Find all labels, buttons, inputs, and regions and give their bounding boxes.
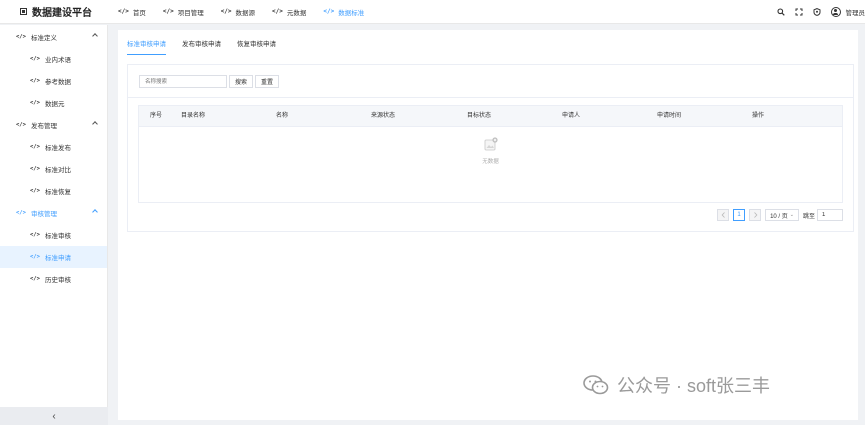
code-icon: </>	[16, 122, 26, 128]
search-button[interactable]: 搜索	[229, 75, 254, 88]
chevron-left-icon: ‹	[52, 410, 56, 422]
top-nav: </> 首页 </> 项目管理 </> 数据源 </> 元数据 </> 数据标准	[118, 0, 381, 24]
nav-item-metadata[interactable]: </> 元数据	[272, 0, 306, 24]
column-header-catalog-name: 目录名称	[181, 113, 206, 119]
empty-text: 无数据	[482, 159, 499, 165]
pagination: 1 10 / 页 ⌄ 跳至	[717, 209, 843, 221]
watermark: 公众号 · soft张三丰	[583, 372, 770, 398]
sidebar-item-standard-review[interactable]: </> 标准审核	[0, 224, 107, 246]
fullscreen-icon[interactable]	[795, 8, 803, 16]
chevron-right-icon	[753, 212, 758, 218]
tab-restore-review-application[interactable]: 恢复审核申请	[237, 30, 276, 56]
prev-page-button[interactable]	[717, 209, 730, 221]
code-icon: </>	[30, 276, 40, 282]
brand[interactable]: 数据建设平台	[0, 4, 108, 19]
header-actions: 管理员	[776, 0, 865, 24]
avatar-icon	[830, 7, 841, 17]
code-icon: </>	[30, 56, 40, 62]
reset-button[interactable]: 重置	[255, 75, 280, 88]
sidebar-item-standard-compare[interactable]: </> 标准对比	[0, 158, 107, 180]
data-table: 序号 目录名称 名称 来源状态 目标状态 申请人 申请时间 操作 无数据	[138, 105, 843, 203]
jump-page-input[interactable]	[817, 209, 843, 221]
jump-label: 跳至	[802, 213, 815, 220]
sidebar-group-release-management[interactable]: </> 发布管理	[0, 114, 107, 136]
column-header-applicant: 申请人	[562, 113, 581, 119]
code-icon: </>	[16, 210, 26, 216]
wechat-icon	[583, 375, 609, 395]
page-size-select[interactable]: 10 / 页 ⌄	[765, 209, 799, 221]
app-title: 数据建设平台	[32, 8, 92, 19]
content-card: 搜索 重置 序号 目录名称 名称 来源状态 目标状态 申请人 申请时间 操作	[127, 64, 854, 232]
code-icon: </>	[30, 100, 40, 106]
column-header-actions: 操作	[752, 113, 765, 119]
search-bar: 搜索 重置	[139, 75, 280, 88]
chevron-down-icon: ⌄	[789, 212, 794, 218]
nav-item-projects[interactable]: </> 项目管理	[163, 0, 204, 24]
table-header: 序号 目录名称 名称 来源状态 目标状态 申请人 申请时间 操作	[139, 106, 842, 127]
chevron-left-icon	[721, 212, 725, 218]
sidebar: </> 标准定义 </> 业内术语 </> 参考数据 </> 数据元 </> 发布管理 <…	[0, 25, 108, 425]
user-menu[interactable]: 管理员	[830, 7, 865, 17]
sidebar-item-standard-release[interactable]: </> 标准发布	[0, 136, 107, 158]
code-icon: </>	[30, 144, 40, 150]
user-label: 管理员	[845, 10, 865, 17]
search-icon[interactable]	[776, 8, 785, 16]
sidebar-item-review-history[interactable]: </> 历史审核	[0, 268, 107, 290]
code-icon: </>	[323, 8, 335, 15]
sidebar-item-reference-data[interactable]: </> 参考数据	[0, 70, 107, 92]
code-icon: </>	[16, 34, 26, 40]
code-icon: </>	[30, 188, 40, 194]
column-header-source-status: 来源状态	[371, 113, 396, 119]
no-data-icon	[484, 137, 498, 151]
chevron-up-icon	[92, 33, 98, 39]
code-icon: </>	[30, 232, 40, 238]
name-search-input[interactable]	[139, 75, 227, 88]
settings-icon[interactable]	[813, 8, 821, 16]
nav-item-home[interactable]: </> 首页	[118, 0, 146, 24]
code-icon: </>	[30, 166, 40, 172]
column-header-target-status: 目标状态	[467, 113, 492, 119]
next-page-button[interactable]	[749, 209, 762, 221]
sidebar-group-review-management[interactable]: </> 审核管理	[0, 202, 107, 224]
chevron-up-icon	[92, 209, 98, 215]
code-icon: </>	[118, 8, 129, 15]
sidebar-group-standard-definition[interactable]: </> 标准定义	[0, 26, 107, 48]
platform-logo-icon	[20, 8, 27, 15]
column-header-name: 名称	[276, 113, 289, 119]
watermark-text: 公众号 · soft张三丰	[617, 376, 771, 396]
code-icon: </>	[272, 8, 283, 15]
code-icon: </>	[220, 8, 232, 15]
code-icon: </>	[30, 78, 40, 84]
tab-release-review-application[interactable]: 发布审核申请	[182, 30, 221, 56]
column-header-application-time: 申请时间	[657, 113, 682, 119]
sidebar-item-industry-terms[interactable]: </> 业内术语	[0, 48, 107, 70]
main-panel: 标准审核申请 发布审核申请 恢复审核申请 搜索 重置 序号 目录名称 名称 来源…	[118, 30, 858, 420]
top-header: 数据建设平台 </> 首页 </> 项目管理 </> 数据源 </> 元数据 </> 数据…	[0, 0, 865, 24]
tab-standard-review-application[interactable]: 标准审核申请	[127, 30, 166, 56]
divider	[128, 97, 853, 98]
nav-item-datasource[interactable]: </> 数据源	[221, 0, 255, 24]
sidebar-collapse-button[interactable]: ‹	[0, 407, 108, 425]
page-number-current[interactable]: 1	[733, 209, 746, 221]
sidebar-item-data-element[interactable]: </> 数据元	[0, 92, 107, 114]
code-icon: </>	[162, 8, 174, 15]
sidebar-item-standard-application[interactable]: </> 标准申请	[0, 246, 107, 268]
sidebar-item-standard-restore[interactable]: </> 标准恢复	[0, 180, 107, 202]
nav-item-data-standard[interactable]: </> 数据标准	[323, 0, 364, 24]
chevron-up-icon	[92, 121, 98, 127]
empty-state: 无数据	[139, 127, 842, 203]
code-icon: </>	[30, 254, 40, 260]
tabs: 标准审核申请 发布审核申请 恢复审核申请	[127, 30, 292, 56]
column-header-index: 序号	[150, 113, 163, 119]
